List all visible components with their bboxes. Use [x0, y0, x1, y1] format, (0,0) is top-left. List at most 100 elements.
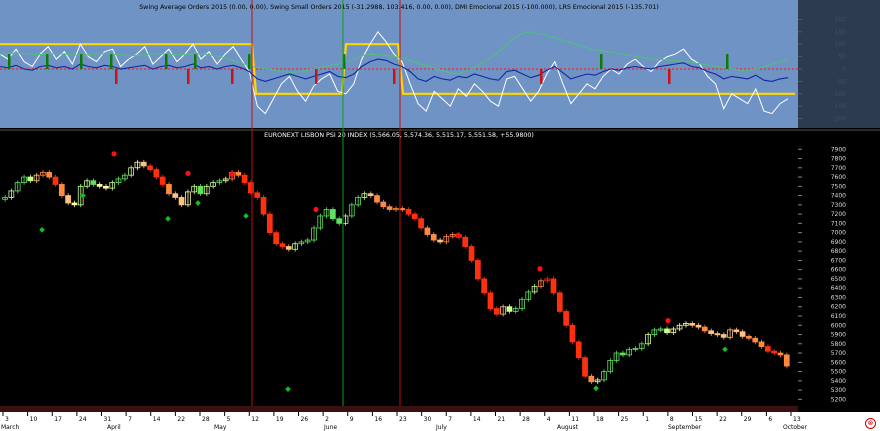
candle: [266, 213, 273, 234]
lower-y-tick-label: 6500: [831, 276, 846, 283]
candle: [380, 201, 387, 208]
candle: [90, 180, 97, 185]
x-day-label: 19: [276, 416, 284, 423]
x-day-label: 25: [621, 416, 629, 423]
candle: [468, 246, 475, 261]
histogram-bar-up: [8, 54, 11, 69]
candle: [752, 337, 759, 343]
candle: [254, 192, 261, 198]
candle: [764, 346, 771, 352]
lower-y-tick-label: 6800: [831, 248, 846, 255]
histogram-bar-down: [115, 69, 118, 84]
candle: [96, 184, 103, 187]
candle: [783, 354, 790, 367]
candle: [739, 331, 746, 337]
lower-y-tick-label: 7300: [831, 202, 846, 209]
sell-marker: [185, 170, 191, 176]
histogram-bar-up: [165, 54, 168, 69]
upper-axis-strip: [798, 0, 880, 128]
x-day-label: 5: [227, 416, 231, 423]
candle: [474, 260, 481, 280]
x-month-label: August: [557, 424, 579, 431]
candle: [746, 335, 752, 339]
candle: [493, 308, 500, 315]
settings-icon[interactable]: ⊗: [865, 418, 876, 429]
candle: [166, 184, 172, 195]
x-day-label: 22: [719, 416, 727, 423]
candle: [27, 176, 34, 182]
upper-y-axis: 200150100500-50-100-150-200: [798, 0, 880, 128]
lower-y-tick-label: 6300: [831, 294, 846, 301]
x-day-label: 7: [128, 416, 132, 423]
main-chart-title: EURONEXT LISBON PSI 20 INDEX (5,566.05, …: [264, 132, 534, 139]
candle: [708, 330, 714, 334]
candle: [689, 323, 696, 326]
lower-y-tick-label: 5900: [831, 332, 846, 339]
candle: [575, 341, 582, 359]
lower-y-tick-label: 5200: [831, 396, 846, 403]
histogram-bar-down: [315, 69, 318, 84]
x-day-label: 11: [571, 416, 579, 423]
lower-y-tick-label: 7500: [831, 183, 846, 190]
histogram-bar-up: [46, 54, 49, 69]
x-day-label: 1: [645, 416, 649, 423]
candle: [430, 234, 437, 241]
sell-marker: [111, 151, 117, 157]
candle: [481, 278, 488, 294]
candle: [235, 172, 242, 176]
candle: [563, 310, 569, 326]
candle: [71, 202, 78, 206]
candle: [733, 329, 740, 333]
histogram-bar-up: [600, 54, 603, 69]
histogram-bar-up: [110, 54, 113, 69]
candle: [197, 185, 204, 195]
x-day-label: 24: [79, 416, 87, 423]
x-month-label: April: [107, 424, 121, 431]
x-day-label: 2: [325, 416, 329, 423]
lower-y-tick-label: 7800: [831, 156, 846, 163]
candle: [172, 193, 179, 198]
histogram-bar-down: [187, 69, 190, 84]
candle: [582, 357, 588, 377]
candle: [418, 218, 424, 229]
candle: [506, 306, 513, 312]
histogram-bar-up: [194, 54, 197, 69]
candle: [279, 243, 286, 247]
candle: [241, 174, 248, 184]
candle: [330, 209, 336, 220]
sell-marker: [229, 171, 235, 177]
x-day-label: 13: [793, 416, 801, 423]
x-day-label: 4: [547, 416, 551, 423]
lower-y-tick-label: 7600: [831, 174, 846, 181]
x-month-label: May: [214, 424, 227, 431]
x-month-label: June: [323, 424, 337, 431]
x-day-label: 12: [251, 416, 259, 423]
x-day-label: 8: [670, 416, 674, 423]
histogram-bar-up: [248, 54, 251, 69]
candle: [424, 227, 431, 235]
lower-y-tick-label: 7700: [831, 165, 846, 172]
candle: [771, 350, 777, 354]
sell-marker: [313, 206, 319, 213]
x-month-label: July: [435, 424, 447, 431]
candle: [147, 165, 153, 171]
lower-y-tick-label: 5500: [831, 369, 846, 376]
lower-y-tick-label: 6200: [831, 304, 846, 311]
lower-y-tick-label: 6400: [831, 285, 846, 292]
lower-y-tick-label: 7100: [831, 220, 846, 227]
lower-y-tick-label: 5800: [831, 341, 846, 348]
candle: [777, 352, 784, 356]
x-day-label: 31: [104, 416, 112, 423]
x-month-label: March: [1, 424, 19, 431]
x-day-label: 30: [424, 416, 432, 423]
candle: [462, 236, 469, 247]
candle: [52, 176, 59, 185]
candle: [758, 341, 765, 347]
candle: [714, 333, 721, 336]
candle: [273, 232, 279, 245]
candle: [487, 292, 494, 309]
candle: [367, 193, 374, 196]
x-day-label: 3: [5, 416, 9, 423]
chart-canvas: Swing Average Orders 2015 (0.00, 0.00), …: [0, 0, 880, 431]
x-day-label: 17: [54, 416, 62, 423]
